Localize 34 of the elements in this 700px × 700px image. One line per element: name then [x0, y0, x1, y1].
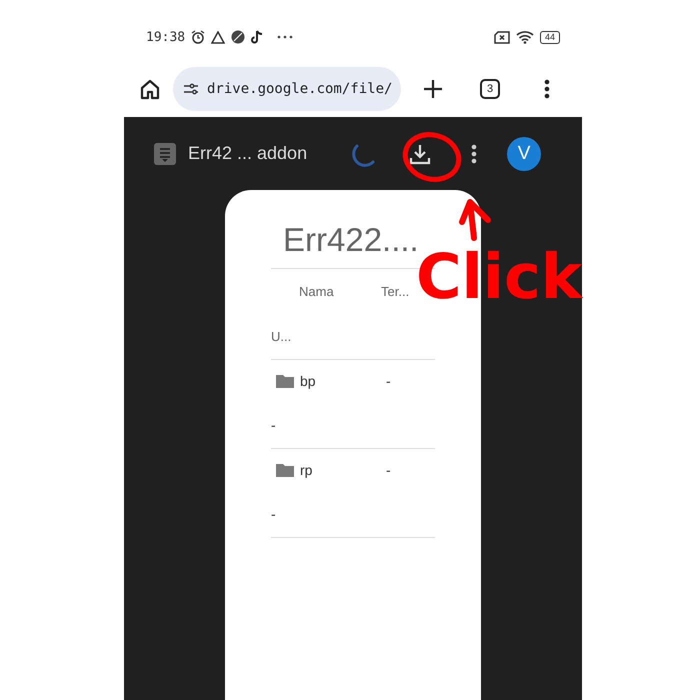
folder-item[interactable]: bp [276, 373, 386, 389]
table-cell: - [271, 506, 276, 522]
home-icon[interactable] [139, 78, 161, 100]
document-icon [154, 142, 176, 164]
more-icon [277, 35, 294, 39]
clock-time: 19:38 [146, 30, 186, 44]
circle-mark [402, 132, 462, 182]
circle-icon [231, 30, 246, 44]
column-header: Ter... [381, 284, 410, 298]
new-tab-icon[interactable] [423, 78, 443, 98]
column-header: Nama [299, 284, 335, 298]
more-options-icon[interactable] [471, 144, 478, 164]
menu-icon[interactable] [544, 78, 550, 98]
alarm-icon [191, 30, 206, 44]
music-note-icon [251, 30, 264, 44]
download-icon[interactable] [409, 142, 432, 164]
sim-off-icon [494, 30, 510, 44]
folder-item[interactable]: rp [276, 462, 386, 478]
document-title: Err422.... [282, 220, 419, 260]
address-bar[interactable]: drive.google.com/file/ [173, 66, 401, 110]
table-cell: - [271, 417, 276, 433]
table-cell-text: - [386, 373, 392, 389]
folder-icon [276, 374, 294, 388]
tune-icon [183, 82, 199, 94]
folder-icon [276, 463, 294, 477]
table-cell-text: - [386, 462, 392, 478]
account-avatar[interactable]: V [507, 136, 542, 170]
triangle-icon [211, 30, 226, 44]
file-title: Err42 ... addon [188, 143, 308, 164]
battery-indicator: 44 [540, 30, 560, 44]
file-name: U... [271, 328, 292, 344]
tab-count-button[interactable]: 3 [480, 78, 500, 98]
wifi-icon [516, 30, 534, 44]
arrow-mark [459, 199, 491, 241]
